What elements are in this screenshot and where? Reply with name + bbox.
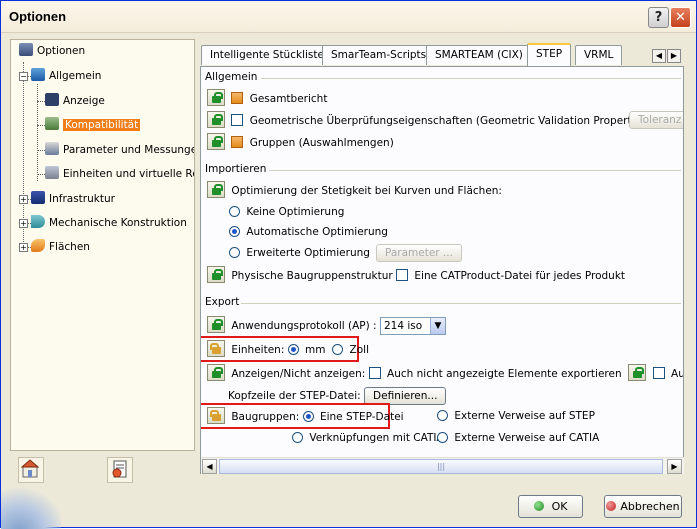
lock-icon[interactable] xyxy=(207,111,225,128)
physische-baugruppen-row: Physische Baugruppenstruktur Eine CATPro… xyxy=(207,266,625,284)
anzeigen-row: Anzeigen/Nicht anzeigen: Auch nicht ange… xyxy=(207,364,683,382)
tree-item-einheiten[interactable]: Einheiten und virtuelle Realit xyxy=(45,165,194,183)
eine-step-datei-radio[interactable] xyxy=(302,411,314,422)
cancel-button[interactable]: Abbrechen xyxy=(604,495,682,518)
lock-icon[interactable] xyxy=(207,133,225,150)
catia-logo xyxy=(1,481,61,529)
window-title: Optionen xyxy=(9,9,67,24)
section-allgemein-title: Allgemein xyxy=(205,71,258,83)
horizontal-scrollbar[interactable]: ◀ ||| ▶ xyxy=(201,457,684,474)
unlocked-icon[interactable] xyxy=(207,340,225,357)
title-bar: Optionen ? ✕ xyxy=(1,1,696,33)
tab-scroll-left-button[interactable]: ◀ xyxy=(652,49,666,63)
close-button[interactable]: ✕ xyxy=(670,7,691,28)
options-tree-icon xyxy=(19,43,33,56)
einheiten-row: Einheiten: mm Zoll xyxy=(207,340,369,358)
tree-item-kompatibilitaet[interactable]: Kompatibilität xyxy=(45,116,141,134)
ok-icon xyxy=(533,501,544,511)
externe-catia-radio[interactable] xyxy=(437,432,448,443)
tree-item-infrastruktur[interactable]: Infrastruktur xyxy=(31,190,115,208)
tab-smarteam-scripts[interactable]: SmarTeam-Scripts xyxy=(322,45,436,65)
automatische-optimierung-radio[interactable] xyxy=(229,226,240,237)
lock-icon[interactable] xyxy=(628,364,647,381)
auch-nicht-angezeigte-checkbox[interactable] xyxy=(368,367,381,379)
reset-options-icon[interactable] xyxy=(107,457,133,483)
tree-item-anzeige[interactable]: Anzeige xyxy=(45,92,105,110)
gruppen-row: Gruppen (Auswahlmengen) xyxy=(207,133,394,151)
externe-catia-option[interactable]: Externe Verweise auf CATIA xyxy=(437,429,599,447)
tab-vrml[interactable]: VRML xyxy=(575,45,623,65)
ok-button[interactable]: OK xyxy=(518,495,583,518)
scroll-right-button[interactable]: ▶ xyxy=(667,459,682,474)
options-tree: − + + + Optionen Allgemein Anzeige Kompa… xyxy=(10,39,195,451)
tree-item-flaechen[interactable]: Flächen xyxy=(31,238,90,256)
section-importieren-title: Importieren xyxy=(205,163,267,175)
externe-step-radio[interactable] xyxy=(437,410,448,421)
externe-step-option[interactable]: Externe Verweise auf STEP xyxy=(437,407,595,425)
lock-icon[interactable] xyxy=(207,364,225,381)
gruppen-checkbox[interactable] xyxy=(231,136,244,148)
tree-item-allgemein[interactable]: Allgemein xyxy=(31,67,101,85)
expander-infrastruktur[interactable]: + xyxy=(19,195,28,204)
auch-nicht-2-checkbox[interactable] xyxy=(652,367,665,379)
automatische-optimierung-option[interactable]: Automatische Optimierung xyxy=(229,223,388,241)
tab-step[interactable]: STEP xyxy=(527,43,572,66)
tab-scroll-right-button[interactable]: ▶ xyxy=(667,49,681,63)
surfaces-icon xyxy=(31,239,45,252)
toleranz-button[interactable]: Toleranz xyxy=(629,111,683,129)
anwendungsprotokoll-select[interactable]: 214 iso ▼ xyxy=(379,317,446,335)
expander-allgemein[interactable]: − xyxy=(19,72,28,81)
tab-intelligente-stueckliste[interactable]: Intelligente Stückliste xyxy=(201,45,333,65)
gesamtbericht-row: Gesamtbericht xyxy=(207,89,327,107)
section-export-title: Export xyxy=(205,296,240,308)
scroll-left-button[interactable]: ◀ xyxy=(202,459,217,474)
baugruppen-row: Baugruppen: Eine STEP-Datei xyxy=(207,407,404,425)
anwendungsprotokoll-row: Anwendungsprotokoll (AP) : 214 iso ▼ xyxy=(207,316,446,335)
lock-icon[interactable] xyxy=(207,316,225,333)
tree-item-optionen[interactable]: Optionen xyxy=(19,42,85,60)
keine-optimierung-option[interactable]: Keine Optimierung xyxy=(229,203,344,221)
mechanical-design-icon xyxy=(31,215,45,228)
expander-mechanische[interactable]: + xyxy=(19,219,28,228)
options-dialog: Optionen ? ✕ − + + + Optionen Allgemein … xyxy=(0,0,697,529)
catproduct-checkbox[interactable] xyxy=(396,269,409,281)
tools-options-icon[interactable] xyxy=(18,457,44,483)
gesamtbericht-checkbox[interactable] xyxy=(231,92,244,104)
compatibility-icon xyxy=(45,117,59,130)
help-button[interactable]: ? xyxy=(648,7,669,28)
mm-radio[interactable] xyxy=(287,344,299,355)
step-options-pane: Allgemein Gesamtbericht Geometrische Übe… xyxy=(200,66,684,474)
cancel-icon xyxy=(606,501,617,511)
general-icon xyxy=(31,68,45,81)
units-icon xyxy=(45,166,59,179)
display-icon xyxy=(45,93,59,106)
gvp-row: Geometrische Überprüfungseigenschaften (… xyxy=(207,111,679,129)
tree-item-parameter[interactable]: Parameter und Messungen xyxy=(45,141,194,159)
expander-flaechen[interactable]: + xyxy=(19,243,28,252)
keine-optimierung-radio[interactable] xyxy=(229,206,240,217)
erweiterte-optimierung-radio[interactable] xyxy=(229,247,240,258)
erweiterte-optimierung-option[interactable]: Erweiterte Optimierung xyxy=(229,244,370,262)
parameters-icon xyxy=(45,142,59,155)
dropdown-arrow-icon: ▼ xyxy=(429,318,445,334)
infrastructure-icon xyxy=(31,191,45,204)
lock-icon[interactable] xyxy=(207,89,225,106)
zoll-radio[interactable] xyxy=(332,344,344,355)
lock-icon[interactable] xyxy=(207,266,225,283)
parameter-button[interactable]: Parameter ... xyxy=(376,244,462,262)
tree-item-mechanische[interactable]: Mechanische Konstruktion xyxy=(31,214,187,232)
optimierung-row: Optimierung der Stetigkeit bei Kurven un… xyxy=(207,181,502,199)
lock-icon[interactable] xyxy=(207,181,225,198)
tab-smarteam-cix[interactable]: SMARTEAM (CIX) xyxy=(426,45,532,65)
verknuepfungen-option[interactable]: Verknüpfungen mit CATIA xyxy=(292,429,444,447)
unlocked-icon[interactable] xyxy=(207,407,225,424)
gvp-checkbox[interactable] xyxy=(231,114,244,126)
verknuepfungen-radio[interactable] xyxy=(292,432,303,443)
scroll-thumb[interactable]: ||| xyxy=(219,459,663,474)
